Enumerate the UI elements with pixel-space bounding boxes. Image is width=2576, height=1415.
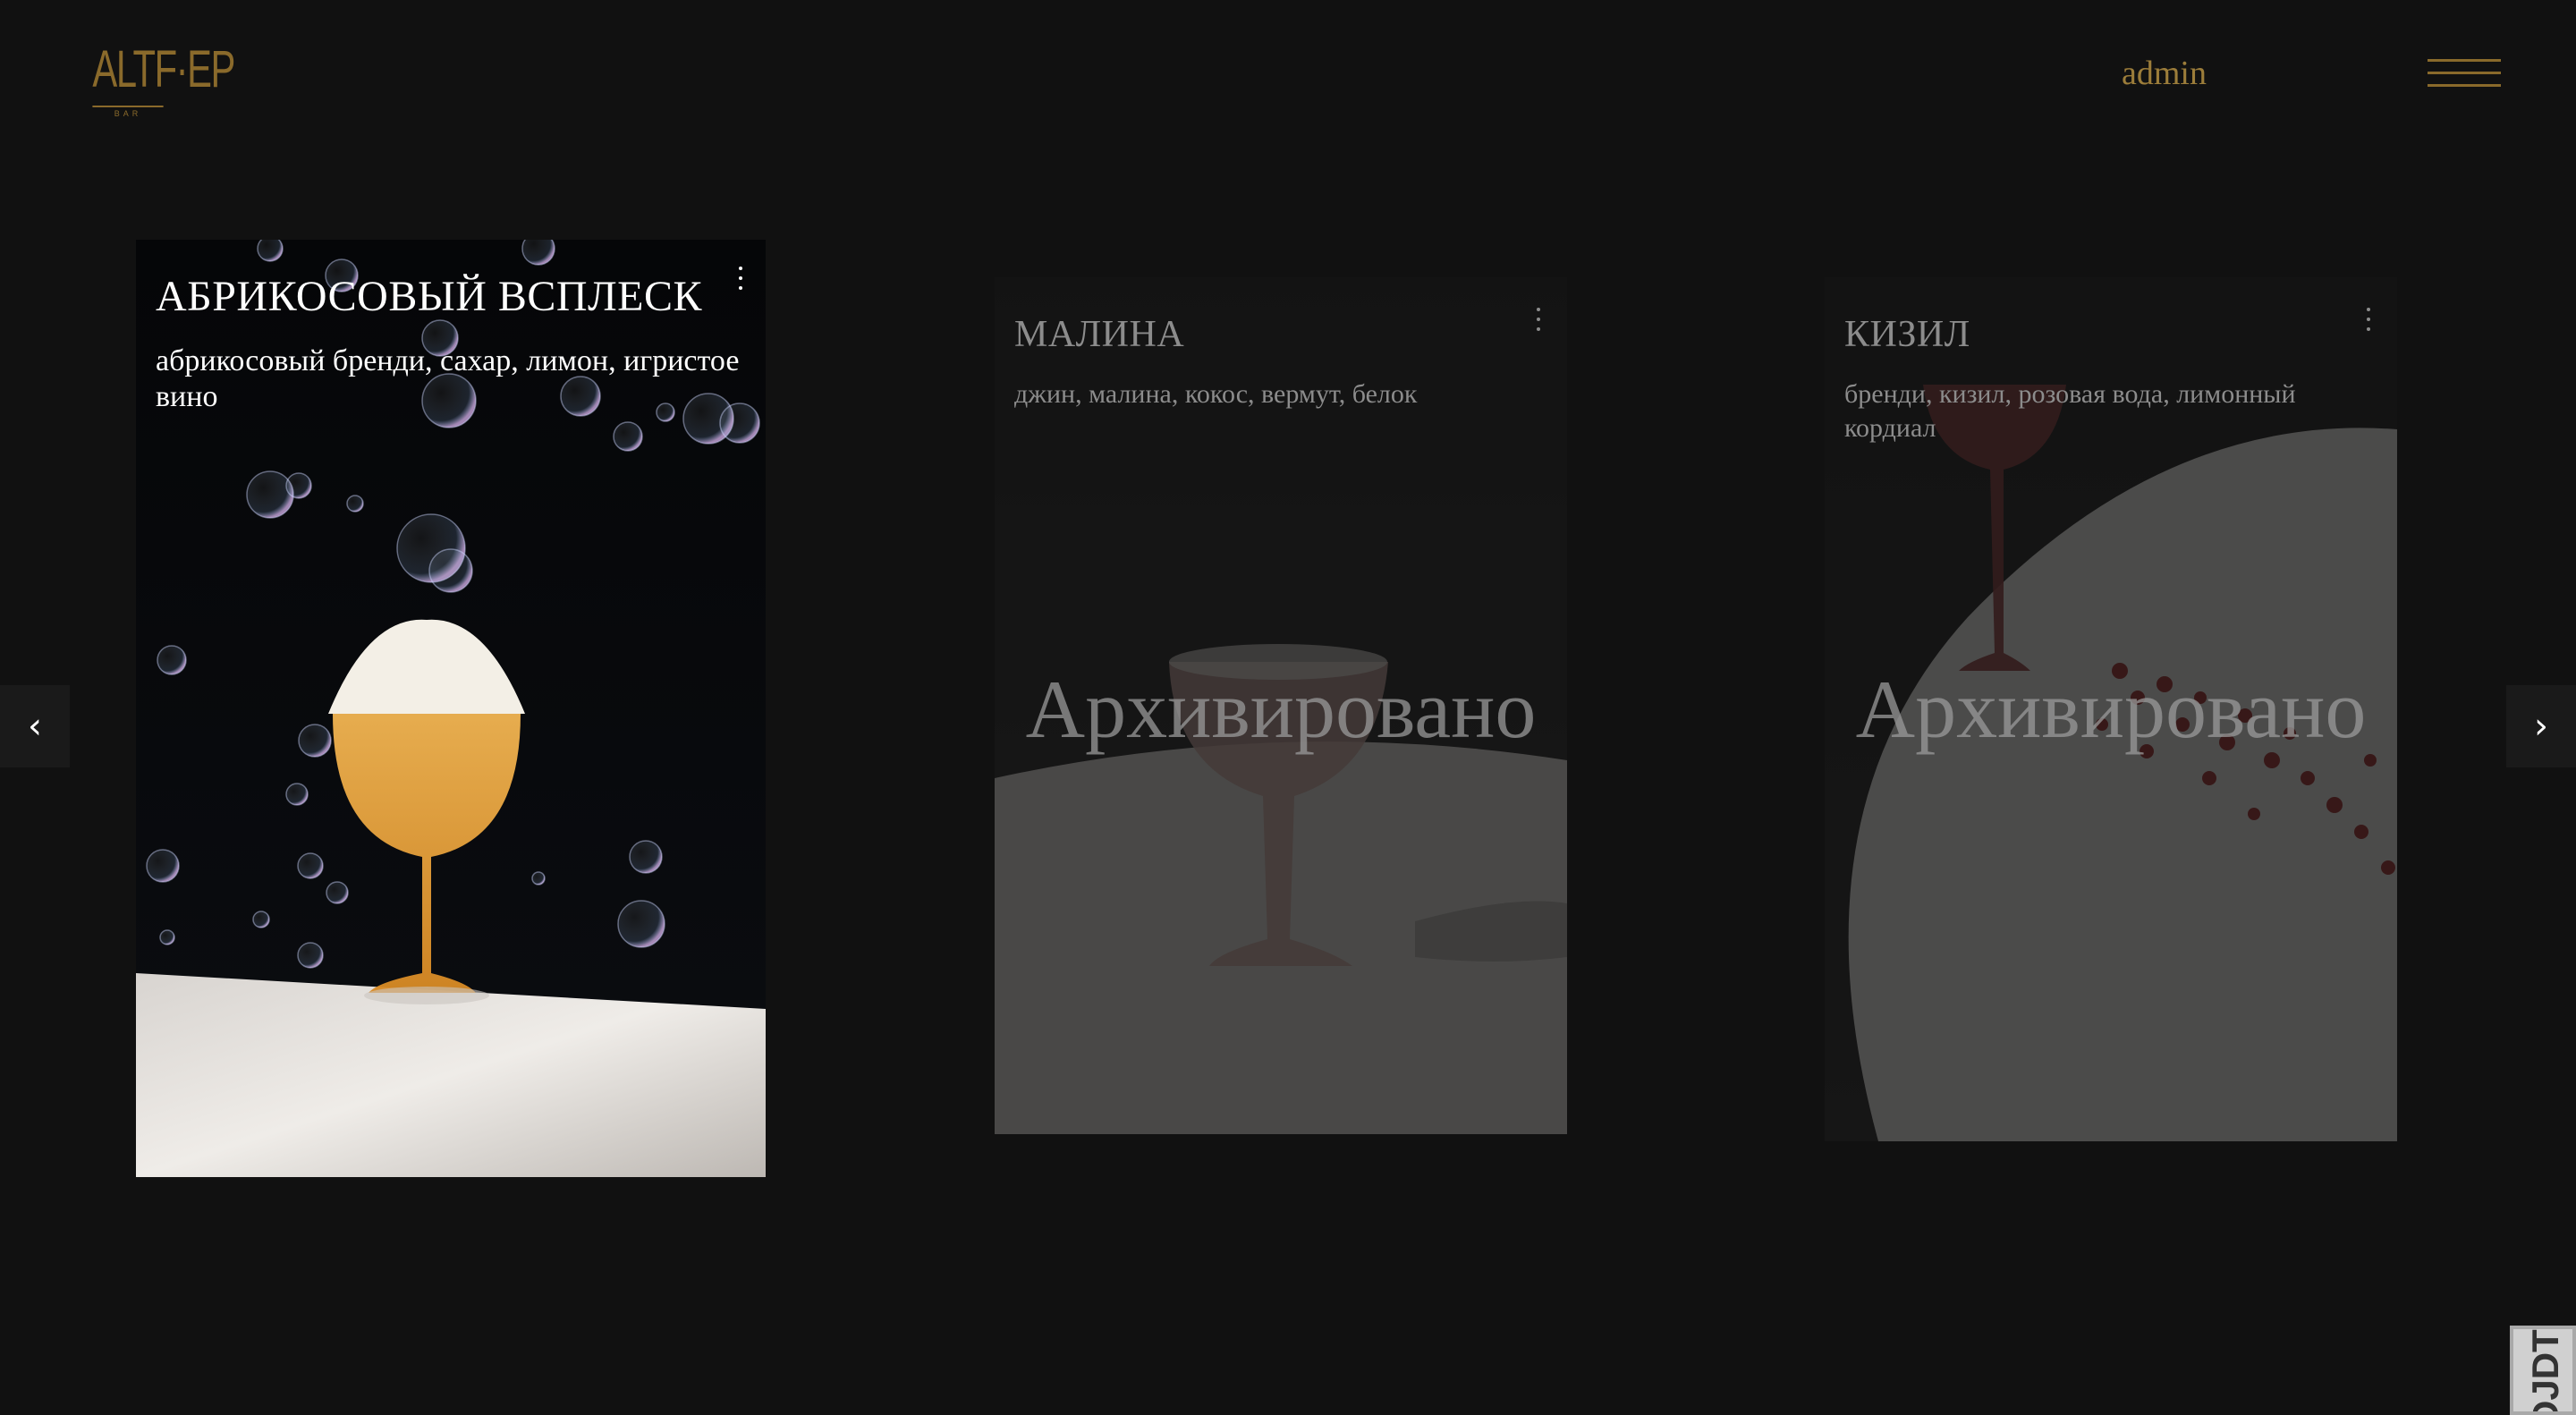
page: ALTF·EP BAR admin ‹ › АБРИКОСОВЫЙ ВСПЛЕС… bbox=[0, 0, 2576, 1415]
cocktail-card[interactable]: МАЛИНА джин, малина, кокос, вермут, бело… bbox=[995, 277, 1567, 1134]
debug-toolbar-label: DJDT bbox=[2524, 1329, 2566, 1415]
card-options-icon[interactable] bbox=[1533, 302, 1544, 338]
card-title: АБРИКОСОВЫЙ ВСПЛЕСК bbox=[156, 273, 702, 320]
card-options-icon[interactable] bbox=[2363, 302, 2374, 338]
menu-line bbox=[2428, 59, 2501, 62]
debug-toolbar-handle[interactable]: DJDT bbox=[2510, 1326, 2576, 1415]
brand-logo[interactable]: ALTF·EP BAR bbox=[79, 34, 235, 118]
logo-mark: ALTF·EP bbox=[92, 34, 235, 107]
hamburger-menu-icon[interactable] bbox=[2428, 54, 2501, 93]
card-description: абрикосовый бренди, сахар, лимон, игрист… bbox=[156, 344, 740, 413]
card-options-icon[interactable] bbox=[735, 261, 746, 297]
cocktail-card[interactable]: КИЗИЛ бренди, кизил, розовая вода, лимон… bbox=[1825, 277, 2397, 1141]
card-description: бренди, кизил, розовая вода, лимонный ко… bbox=[1844, 379, 2296, 443]
cocktail-card[interactable]: АБРИКОСОВЫЙ ВСПЛЕСК абрикосовый бренди, … bbox=[136, 240, 766, 1177]
card-title: МАЛИНА bbox=[1014, 314, 1185, 355]
admin-link[interactable]: admin bbox=[2122, 54, 2207, 93]
card-title: КИЗИЛ bbox=[1844, 314, 1970, 355]
carousel-next-button[interactable]: › bbox=[2506, 685, 2576, 767]
archived-label: Архивировано bbox=[1025, 664, 1537, 755]
logo-subtext: BAR bbox=[114, 109, 142, 118]
menu-line bbox=[2428, 84, 2501, 87]
card-description: джин, малина, кокос, вермут, белок bbox=[1014, 379, 1418, 409]
menu-line bbox=[2428, 72, 2501, 74]
carousel-prev-button[interactable]: ‹ bbox=[0, 685, 70, 767]
archived-label: Архивировано bbox=[1855, 664, 2367, 755]
